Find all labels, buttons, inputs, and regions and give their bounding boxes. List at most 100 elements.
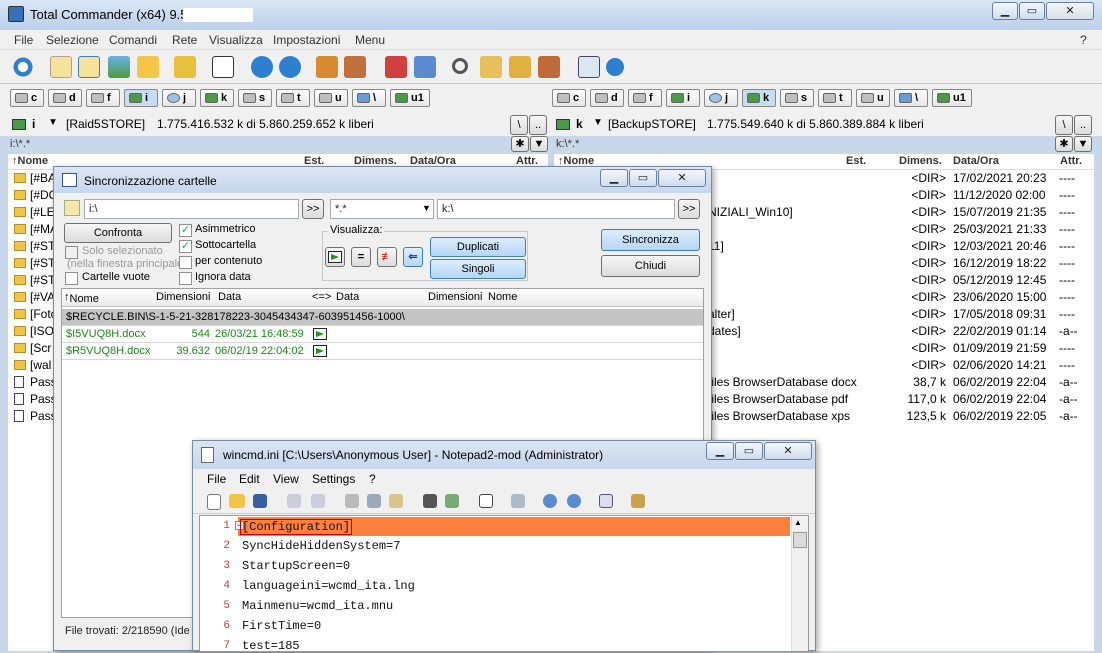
ignore-date-checkbox[interactable]	[179, 272, 192, 285]
tree-view-icon[interactable]	[137, 56, 159, 78]
right-drive-k[interactable]: k	[742, 89, 776, 107]
open-icon[interactable]	[229, 494, 245, 508]
left-drive-network[interactable]: \	[352, 89, 386, 107]
left-drive-u[interactable]: u	[314, 89, 348, 107]
tools-icon[interactable]	[538, 56, 560, 78]
right-col-size[interactable]: Dimens.	[899, 155, 942, 167]
empty-folders-checkbox[interactable]	[65, 272, 78, 285]
close-button[interactable]: ✕	[1046, 2, 1094, 20]
compare-dirs-icon[interactable]	[174, 56, 196, 78]
save-icon[interactable]	[253, 494, 267, 508]
right-root-button[interactable]: \	[1055, 115, 1073, 135]
notepad-editor[interactable]: 1234567 − [Configuration] SyncHideHiddenS…	[199, 515, 809, 653]
scheme-icon[interactable]	[599, 494, 613, 508]
notepad-vertical-scrollbar[interactable]: ▲	[791, 516, 808, 651]
line-numbers-icon[interactable]	[511, 494, 525, 508]
menu-selezione[interactable]: Selezione	[46, 33, 99, 47]
copy-icon[interactable]	[367, 494, 381, 508]
right-col-attr[interactable]: Attr.	[1060, 155, 1082, 167]
paste-icon[interactable]	[389, 494, 403, 508]
cut-icon[interactable]	[345, 494, 359, 508]
menu-visualizza[interactable]: Visualizza	[209, 33, 263, 47]
show-right-to-left-icon[interactable]: ⇐	[403, 247, 423, 267]
sync-dirs-icon[interactable]	[509, 56, 531, 78]
right-drive-d[interactable]: d	[590, 89, 624, 107]
sync-group-row[interactable]: $RECYCLE.BIN\S-1-5-21-328178223-30454343…	[62, 309, 703, 326]
info-icon[interactable]	[606, 58, 624, 76]
search-icon[interactable]	[452, 58, 468, 74]
refresh-icon[interactable]	[12, 56, 34, 78]
right-drive-s[interactable]: s	[780, 89, 814, 107]
duplicates-button[interactable]: Duplicati	[430, 237, 526, 257]
thumbnail-view-icon[interactable]	[108, 56, 130, 78]
left-drive-d[interactable]: d	[48, 89, 82, 107]
np-menu-help[interactable]: ?	[369, 472, 376, 486]
undo-icon[interactable]	[287, 494, 301, 508]
np-menu-settings[interactable]: Settings	[312, 472, 355, 486]
np-menu-file[interactable]: File	[207, 472, 226, 486]
sync-close-dialog-button[interactable]: Chiudi	[601, 255, 700, 277]
zoom-in-icon[interactable]	[543, 494, 557, 508]
copy-right-arrow-icon[interactable]	[313, 345, 327, 357]
left-drive-k[interactable]: k	[200, 89, 234, 107]
right-drive-j[interactable]: j	[704, 89, 738, 107]
detailed-view-icon[interactable]	[78, 56, 100, 78]
singles-button[interactable]: Singoli	[430, 259, 526, 279]
np-menu-view[interactable]: View	[273, 472, 299, 486]
right-drive-u[interactable]: u	[856, 89, 890, 107]
sync-mask-dropdown-icon[interactable]: ▼	[422, 203, 431, 213]
scroll-thumb[interactable]	[793, 532, 807, 548]
menu-menu[interactable]: Menu	[355, 33, 385, 47]
sync-mask-combo[interactable]: *.*	[330, 199, 434, 219]
left-drive-u1[interactable]: u1	[390, 89, 430, 107]
notepad-icon[interactable]	[578, 56, 600, 78]
right-col-ext[interactable]: Est.	[846, 155, 866, 167]
left-drive-f[interactable]: f	[86, 89, 120, 107]
left-drive-s[interactable]: s	[238, 89, 272, 107]
synchronize-button[interactable]: Sincronizza	[601, 229, 700, 251]
compare-button[interactable]: Confronta	[64, 223, 172, 243]
back-icon[interactable]	[251, 56, 273, 78]
brief-view-icon[interactable]	[50, 56, 72, 78]
notepad-maximize-button[interactable]: ▭	[735, 442, 763, 460]
menu-impostazioni[interactable]: Impostazioni	[273, 33, 340, 47]
menu-help[interactable]: ?	[1080, 33, 1087, 47]
word-wrap-icon[interactable]	[479, 494, 493, 508]
left-drive-j[interactable]: j	[162, 89, 196, 107]
sync-col-compare[interactable]: <=>	[312, 291, 331, 303]
menu-file[interactable]: File	[14, 33, 33, 47]
asymmetric-checkbox[interactable]: ✓	[179, 224, 192, 237]
left-drive-t[interactable]: t	[276, 89, 310, 107]
url-icon[interactable]	[414, 56, 436, 78]
right-drive-f[interactable]: f	[628, 89, 662, 107]
hide-panel-icon[interactable]	[212, 56, 234, 78]
sync-left-path-input[interactable]: i:\	[84, 199, 299, 219]
redo-icon[interactable]	[311, 494, 325, 508]
right-path-header[interactable]: k:\*.* ✱ ▼	[554, 136, 1094, 152]
np-menu-edit[interactable]: Edit	[239, 472, 260, 486]
right-history-button[interactable]: ✱	[1055, 136, 1073, 152]
left-root-button[interactable]: \	[510, 115, 528, 135]
left-path-header[interactable]: i:\*.* ✱ ▼	[8, 136, 548, 152]
unpack-icon[interactable]	[344, 56, 366, 78]
sync-close-button[interactable]: ✕	[658, 169, 706, 187]
right-drive-dropdown-icon[interactable]: ▼	[593, 117, 603, 128]
sync-col-name-right[interactable]: Nome	[488, 291, 517, 303]
exit-icon[interactable]	[631, 494, 645, 508]
new-file-icon[interactable]	[207, 494, 221, 510]
show-equal-icon[interactable]: =	[351, 247, 371, 267]
right-col-date[interactable]: Data/Ora	[953, 155, 999, 167]
left-history-button[interactable]: ✱	[511, 136, 529, 152]
pack-icon[interactable]	[316, 56, 338, 78]
show-unequal-icon[interactable]: ≢	[377, 247, 397, 267]
right-drive-t[interactable]: t	[818, 89, 852, 107]
sync-col-date[interactable]: Data	[218, 291, 241, 303]
menu-rete[interactable]: Rete	[172, 33, 197, 47]
sync-right-path-input[interactable]: k:\	[437, 199, 675, 219]
right-drive-combo[interactable]: k	[576, 117, 583, 131]
right-drive-c[interactable]: c	[552, 89, 586, 107]
sync-row[interactable]: $I5VUQ8H.docx 544 26/03/21 16:48:59	[62, 326, 703, 343]
sync-col-size[interactable]: Dimensioni	[156, 291, 210, 303]
notepad-close-button[interactable]: ✕	[764, 442, 812, 460]
multi-rename-icon[interactable]	[480, 56, 502, 78]
